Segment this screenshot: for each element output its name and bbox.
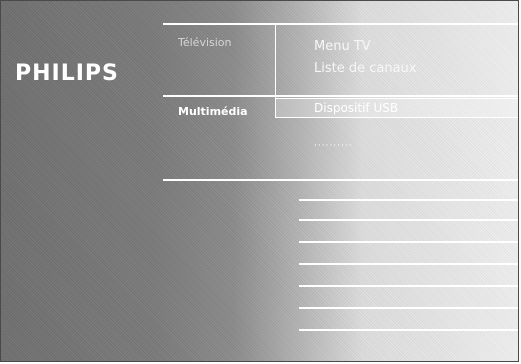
menu-item-menu-tv[interactable]: Menu TV	[314, 39, 371, 54]
selected-menu-item[interactable]: Dispositif USB	[275, 98, 518, 118]
menu-divider-line	[163, 95, 518, 97]
menu-item-channel-list[interactable]: Liste de canaux	[314, 61, 417, 76]
menu-divider-line	[299, 263, 518, 265]
category-television[interactable]: Télévision	[178, 36, 232, 49]
menu-divider-line	[163, 179, 518, 181]
menu-divider-line	[299, 285, 518, 287]
menu-divider-line	[299, 219, 518, 221]
philips-logo: PHILIPS	[15, 61, 119, 86]
menu-divider-line	[299, 199, 518, 201]
category-multimedia[interactable]: Multimédia	[178, 105, 248, 118]
menu-divider-line	[163, 23, 518, 25]
menu-divider-line	[299, 307, 518, 309]
menu-item-usb-device: Dispositif USB	[314, 101, 399, 115]
menu-divider-line	[299, 329, 518, 331]
tv-menu-screen: PHILIPS Télévision Multimédia Menu TV Li…	[0, 0, 519, 362]
menu-divider-line	[299, 241, 518, 243]
empty-slot-placeholder: ··········	[314, 141, 353, 151]
